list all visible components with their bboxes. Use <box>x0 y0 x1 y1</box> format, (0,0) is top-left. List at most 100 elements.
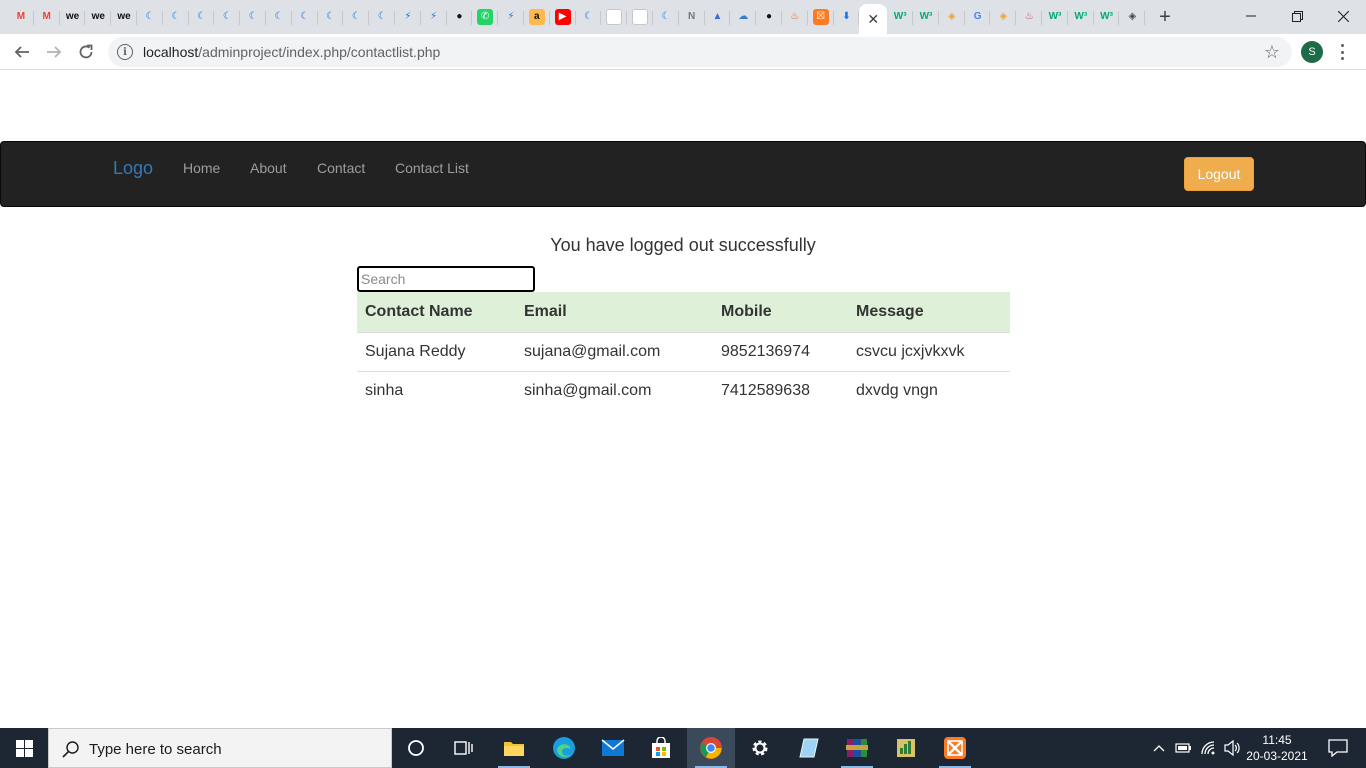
notepad-app-button[interactable] <box>785 728 833 768</box>
crescent-icon: ☾ <box>274 11 284 22</box>
browser-tab[interactable] <box>627 4 653 30</box>
taskbar-clock[interactable]: 11:45 20-03-2021 <box>1246 732 1308 764</box>
browser-tab[interactable]: ◈ <box>939 4 965 30</box>
browser-tab[interactable]: ⚡ <box>395 4 421 30</box>
browser-tab[interactable]: W³ <box>1068 4 1094 30</box>
browser-tab[interactable]: ☾ <box>137 4 163 30</box>
blank-page-icon <box>606 9 623 25</box>
browser-tab[interactable]: ⚡ <box>498 4 524 30</box>
brand-logo-link[interactable]: Logo <box>113 158 153 179</box>
browser-tab[interactable]: ☾ <box>653 4 679 30</box>
tab-close-icon[interactable]: ✕ <box>867 11 879 28</box>
address-bar[interactable]: i localhost/adminproject/index.php/conta… <box>108 37 1292 67</box>
clock-date: 20-03-2021 <box>1246 749 1308 763</box>
active-browser-tab[interactable]: ✕ <box>859 4 888 34</box>
browser-tab[interactable]: ☁ <box>730 4 756 30</box>
contacts-table: Contact Name Email Mobile Message Sujana… <box>357 292 1010 410</box>
xampp-icon <box>944 737 966 759</box>
browser-tab[interactable]: ☾ <box>576 4 602 30</box>
site-info-icon[interactable]: i <box>117 44 133 60</box>
close-window-button[interactable] <box>1320 0 1366 32</box>
browser-tab[interactable]: ◈ <box>990 4 1017 30</box>
crescent-icon: ☾ <box>196 11 206 22</box>
volume-tray-button[interactable] <box>1222 728 1244 768</box>
browser-tab[interactable]: ⚡ <box>421 4 447 30</box>
browser-tab[interactable]: ☾ <box>163 4 189 30</box>
browser-tab[interactable]: W³ <box>887 4 913 30</box>
browser-tab[interactable]: ☾ <box>266 4 292 30</box>
browser-tab[interactable]: N <box>679 4 705 30</box>
gmail-icon: M <box>42 11 51 22</box>
browser-tab[interactable]: ● <box>756 4 782 30</box>
reload-button[interactable] <box>74 40 98 64</box>
minimize-button[interactable] <box>1228 0 1274 32</box>
browser-tab[interactable]: ☾ <box>240 4 266 30</box>
edge-button[interactable] <box>540 728 588 768</box>
back-button[interactable] <box>10 40 34 64</box>
taskbar-search-box[interactable]: Type here to search <box>48 728 392 768</box>
winrar-icon <box>846 739 868 757</box>
chrome-taskbar-button[interactable] <box>687 728 735 768</box>
nav-link-contact-list[interactable]: Contact List <box>395 160 469 176</box>
profile-avatar[interactable]: S <box>1301 41 1323 63</box>
restore-button[interactable] <box>1274 0 1320 32</box>
menu-kebab-icon[interactable] <box>1336 42 1348 62</box>
browser-tab[interactable]: G <box>965 4 991 30</box>
task-view-button[interactable] <box>440 728 488 768</box>
browser-tab[interactable]: ▲ <box>705 4 731 30</box>
nav-link-about[interactable]: About <box>250 160 287 176</box>
browser-tab[interactable]: we <box>85 4 111 30</box>
browser-tab[interactable]: ☾ <box>189 4 215 30</box>
taskbar: Type here to search 11:45 20-03-2021 <box>0 728 1366 768</box>
logout-button[interactable]: Logout <box>1184 157 1254 191</box>
browser-tab[interactable]: ● <box>447 4 473 30</box>
cell-contact-name: Sujana Reddy <box>357 332 516 372</box>
browser-tab[interactable]: W³ <box>1042 4 1068 30</box>
browser-tab[interactable]: W³ <box>1094 4 1120 30</box>
mail-button[interactable] <box>589 728 637 768</box>
file-explorer-button[interactable] <box>490 728 538 768</box>
browser-tab[interactable]: ▶ <box>550 4 576 30</box>
browser-tab[interactable]: ☾ <box>343 4 369 30</box>
network-tray-button[interactable] <box>1198 728 1220 768</box>
crescent-icon: ☾ <box>351 11 361 22</box>
browser-tab[interactable]: ⬇ <box>834 4 860 30</box>
action-center-button[interactable] <box>1318 728 1358 768</box>
xampp-button[interactable] <box>931 728 979 768</box>
browser-tab[interactable]: ☾ <box>318 4 344 30</box>
tab-list: M Mwe we we ☾ ☾ ☾ ☾ ☾ ☾ ☾ ☾ ☾ ☾ ⚡ ⚡ ● ✆ ⚡ a ▶ ☾ ☾ N ▲ ☁ ● ♨ ☒ ⬇ ✕ W³ W³ ◈… <box>8 4 1146 34</box>
browser-tab[interactable]: ♨ <box>782 4 808 30</box>
browser-tab[interactable]: a <box>524 4 550 30</box>
browser-tab[interactable]: ☾ <box>369 4 395 30</box>
browser-tab[interactable]: we <box>60 4 86 30</box>
browser-tab[interactable]: ◈ <box>1119 4 1146 30</box>
crescent-icon: ☾ <box>222 11 232 22</box>
browser-tab[interactable]: ✆ <box>472 4 498 30</box>
browser-tab[interactable]: M <box>8 4 34 30</box>
store-button[interactable] <box>637 728 685 768</box>
browser-tab[interactable] <box>601 4 627 30</box>
battery-tray-button[interactable] <box>1172 728 1194 768</box>
browser-tab[interactable]: ☾ <box>292 4 318 30</box>
youtube-icon: ▶ <box>554 9 571 25</box>
settings-button[interactable] <box>736 728 784 768</box>
new-tab-button[interactable]: + <box>1154 6 1176 28</box>
browser-tab[interactable]: we <box>111 4 137 30</box>
browser-tab[interactable]: ♨ <box>1016 4 1042 30</box>
browser-tab[interactable]: W³ <box>913 4 939 30</box>
winrar-button[interactable] <box>833 728 881 768</box>
bookmark-star-icon[interactable]: ☆ <box>1264 42 1280 63</box>
browser-tab[interactable]: ☒ <box>808 4 834 30</box>
start-button[interactable] <box>0 728 48 768</box>
nav-link-home[interactable]: Home <box>183 160 220 176</box>
browser-tab[interactable]: M <box>34 4 60 30</box>
show-hidden-icons-button[interactable] <box>1150 728 1168 768</box>
spreadsheet-app-button[interactable] <box>882 728 930 768</box>
search-input[interactable] <box>357 266 535 292</box>
w3schools-icon: W³ <box>919 11 933 22</box>
cortana-button[interactable] <box>392 728 440 768</box>
browser-tab[interactable]: ☾ <box>214 4 240 30</box>
url-text[interactable]: localhost/adminproject/index.php/contact… <box>143 44 440 60</box>
nav-link-contact[interactable]: Contact <box>317 160 365 176</box>
forward-button[interactable] <box>42 40 66 64</box>
